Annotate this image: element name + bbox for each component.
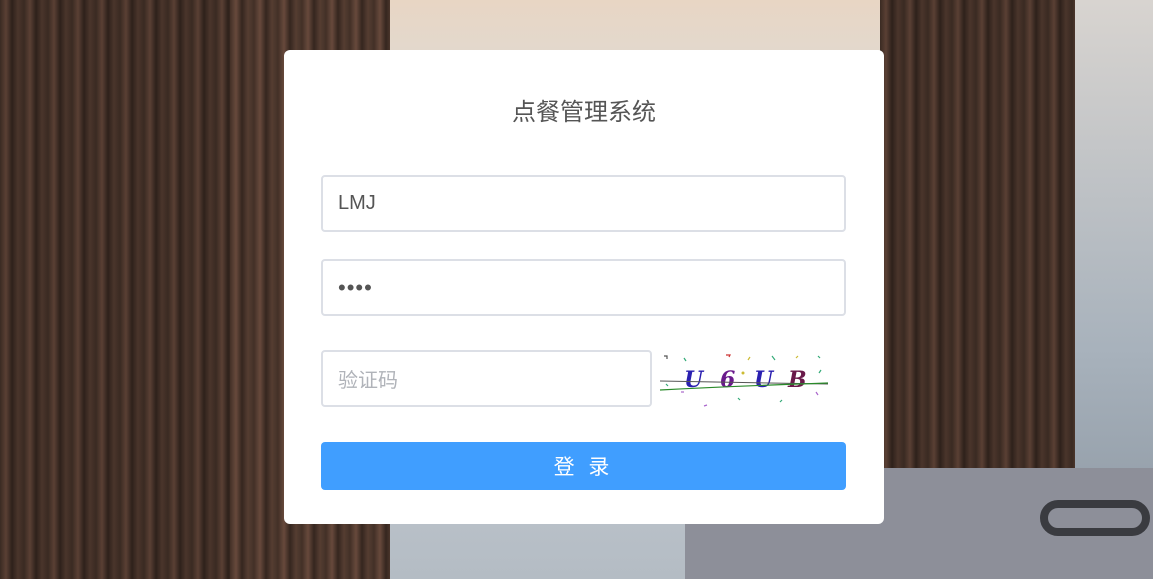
username-value: LMJ (338, 192, 376, 214)
captcha-char: B (787, 367, 807, 393)
username-field[interactable]: LMJ (321, 175, 846, 232)
login-button[interactable]: 登 录 (321, 442, 846, 490)
page-title: 点餐管理系统 (512, 99, 656, 126)
login-card: 点餐管理系统 LMJ •••• 验证码 U 6 U B 登 录 (284, 50, 884, 524)
captcha-char: U (754, 367, 775, 393)
password-value: •••• (338, 274, 373, 300)
captcha-char: 6 (720, 367, 735, 393)
background-wood-post (0, 0, 230, 579)
password-field[interactable]: •••• (321, 259, 846, 316)
captcha-field[interactable]: 验证码 (321, 350, 652, 407)
background-bench-handle (1040, 500, 1150, 536)
captcha-image[interactable]: U 6 U B (656, 350, 832, 407)
captcha-placeholder: 验证码 (338, 370, 398, 392)
